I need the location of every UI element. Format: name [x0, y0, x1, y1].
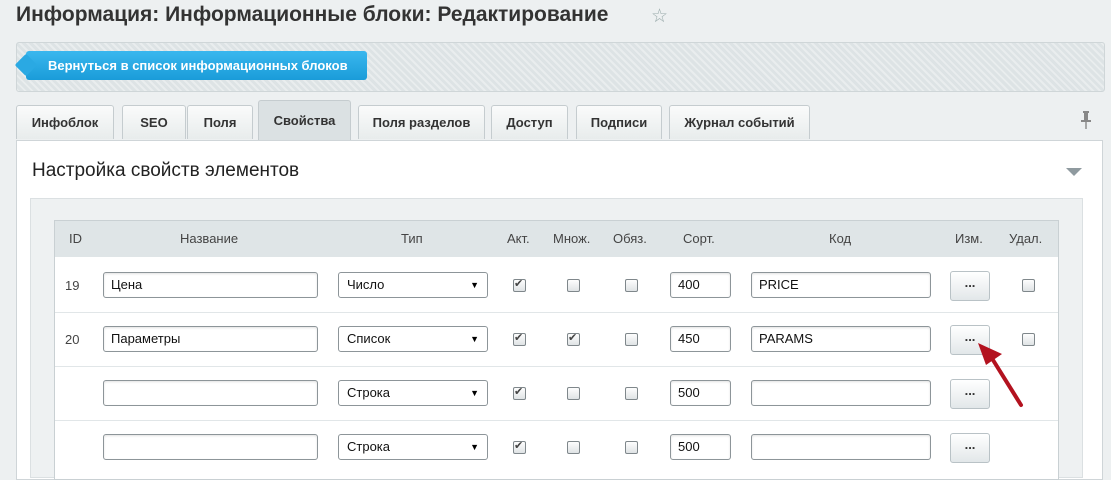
- annotation-arrow: [978, 343, 1023, 407]
